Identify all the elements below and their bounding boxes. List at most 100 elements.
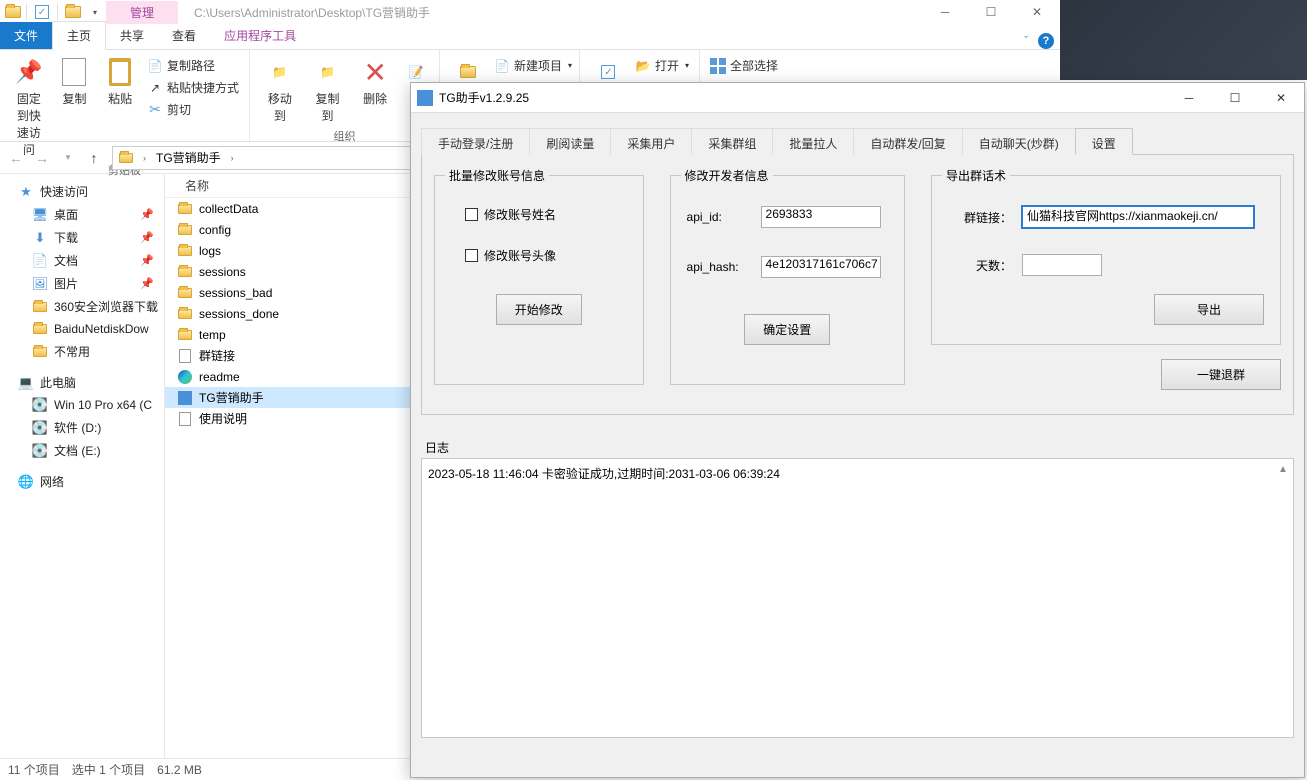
ribbon-tab-view[interactable]: 查看: [158, 22, 210, 49]
folder-icon: [177, 327, 193, 343]
close-button[interactable]: ✕: [1014, 0, 1060, 24]
header-name[interactable]: 名称: [177, 177, 217, 194]
selectall-icon: [710, 58, 726, 74]
separator: [57, 4, 58, 20]
select-all-button[interactable]: 全部选择: [708, 56, 780, 75]
checkbox-icon[interactable]: [465, 249, 478, 262]
folder-icon: [177, 222, 193, 238]
ribbon-tab-home[interactable]: 主页: [52, 21, 106, 50]
days-label: 天数：: [948, 257, 1012, 274]
breadcrumb-item[interactable]: TG营销助手: [150, 147, 227, 169]
nav-history-button[interactable]: ▾: [56, 146, 80, 170]
ribbon-tab-share[interactable]: 共享: [106, 22, 158, 49]
delete-button[interactable]: ✕删除: [353, 54, 397, 109]
minimize-button[interactable]: ─: [1166, 83, 1212, 113]
folder-icon: [32, 344, 48, 360]
nav-documents[interactable]: 📄文档📌: [0, 249, 164, 272]
tg-tab[interactable]: 采集用户: [610, 128, 692, 155]
chk-modify-name[interactable]: 修改账号姓名: [465, 206, 627, 223]
folder-icon: [32, 299, 48, 315]
folder-icon: [177, 243, 193, 259]
tg-tab[interactable]: 采集群组: [691, 128, 773, 155]
new-folder-icon[interactable]: [62, 1, 84, 23]
tg-settings-panel: 批量修改账号信息 修改账号姓名 修改账号头像 开始修改 修改开发者信息 api_…: [421, 155, 1294, 415]
cut-icon: ✂: [147, 102, 163, 118]
paste-button[interactable]: 粘贴: [99, 54, 141, 109]
document-icon: 📄: [32, 253, 48, 269]
copy-path-button[interactable]: 📄复制路径: [145, 56, 241, 75]
tg-tab[interactable]: 设置: [1075, 128, 1133, 155]
nav-drive-d[interactable]: 💽软件 (D:): [0, 416, 164, 439]
copy-to-button[interactable]: 📁复制到: [306, 54, 350, 126]
nav-baidu[interactable]: BaiduNetdiskDow: [0, 318, 164, 340]
cut-button[interactable]: ✂剪切: [145, 100, 241, 119]
group-link-input[interactable]: 仙猫科技官网https://xianmaokeji.cn/: [1022, 206, 1254, 228]
nav-drive-c[interactable]: 💽Win 10 Pro x64 (C: [0, 394, 164, 416]
tg-tabs: 手动登录/注册刷阅读量采集用户采集群组批量拉人自动群发/回复自动聊天(炒群)设置: [421, 127, 1294, 155]
status-count: 11 个项目: [8, 761, 60, 778]
app-icon: [417, 90, 433, 106]
nav-up-button[interactable]: ↑: [82, 146, 106, 170]
list-item-name: config: [199, 223, 231, 237]
export-button[interactable]: 导出: [1154, 294, 1264, 325]
nav-browser-dl[interactable]: 360安全浏览器下载: [0, 295, 164, 318]
days-input[interactable]: [1022, 254, 1102, 276]
chevron-icon[interactable]: ›: [227, 153, 238, 163]
chk-modify-avatar[interactable]: 修改账号头像: [465, 247, 627, 264]
new-item-button[interactable]: 📄新建项目▾: [492, 56, 574, 75]
checkbox-icon[interactable]: [465, 208, 478, 221]
maximize-button[interactable]: ☐: [1212, 83, 1258, 113]
open-icon: 📂: [635, 58, 651, 74]
explorer-titlebar: ✓ ▾ 管理 C:\Users\Administrator\Desktop\TG…: [0, 0, 1060, 24]
leave-all-groups-button[interactable]: 一键退群: [1161, 359, 1281, 390]
folder-icon: [4, 3, 22, 21]
start-modify-button[interactable]: 开始修改: [496, 294, 582, 325]
maximize-button[interactable]: ☐: [968, 0, 1014, 24]
copy-icon: [58, 56, 90, 88]
nav-quick-access[interactable]: ★快速访问: [0, 180, 164, 203]
paste-shortcut-button[interactable]: ↗粘贴快捷方式: [145, 78, 241, 97]
breadcrumb-root[interactable]: [113, 147, 139, 169]
nav-network[interactable]: 🌐网络: [0, 470, 164, 493]
close-button[interactable]: ✕: [1258, 83, 1304, 113]
ribbon-tab-file[interactable]: 文件: [0, 22, 52, 49]
nav-this-pc[interactable]: 💻此电脑: [0, 371, 164, 394]
tg-tab[interactable]: 批量拉人: [772, 128, 854, 155]
pin-quickaccess-button[interactable]: 📌 固定到快 速访问: [8, 54, 50, 160]
minimize-button[interactable]: ─: [922, 0, 968, 24]
confirm-settings-button[interactable]: 确定设置: [744, 314, 830, 345]
help-icon[interactable]: ?: [1038, 33, 1054, 49]
qat-dropdown-icon[interactable]: ▾: [84, 1, 106, 23]
nav-downloads[interactable]: ⬇下载📌: [0, 226, 164, 249]
api-hash-input[interactable]: 4e120317161c706c7: [761, 256, 881, 278]
open-button[interactable]: 📂打开▾: [633, 56, 691, 75]
ribbon-tab-apptools[interactable]: 应用程序工具: [210, 22, 310, 49]
tg-tab[interactable]: 刷阅读量: [529, 128, 611, 155]
log-textarea[interactable]: 2023-05-18 11:46:04 卡密验证成功,过期时间:2031-03-…: [421, 458, 1294, 738]
nav-back-button[interactable]: ←: [4, 146, 28, 170]
list-item-name: sessions: [199, 265, 246, 279]
scroll-up-icon[interactable]: ▲: [1275, 461, 1291, 477]
group-legend: 导出群话术: [942, 167, 1010, 184]
copy-button[interactable]: 复制: [54, 54, 96, 109]
ribbon-group-clipboard: 📌 固定到快 速访问 复制 粘贴 📄复制路径 ↗粘贴快捷方式 ✂剪切 剪贴板: [0, 50, 250, 141]
tg-tab[interactable]: 自动聊天(炒群): [962, 128, 1076, 155]
desktop-background: [1060, 0, 1307, 80]
move-to-button[interactable]: 📁移动到: [258, 54, 302, 126]
drive-icon: 💽: [32, 443, 48, 459]
api-id-input[interactable]: 2693833: [761, 206, 881, 228]
contextual-tab-label: 管理: [106, 1, 178, 24]
nav-drive-e[interactable]: 💽文档 (E:): [0, 439, 164, 462]
nav-uncommon[interactable]: 不常用: [0, 340, 164, 363]
nav-desktop[interactable]: 🖥桌面📌: [0, 203, 164, 226]
nav-pictures[interactable]: 🖼图片📌: [0, 272, 164, 295]
group-label-organize: 组织: [258, 126, 431, 144]
collapse-ribbon-icon[interactable]: ˇ: [1024, 35, 1028, 47]
ribbon-tabs: 文件 主页 共享 查看 应用程序工具 ˇ ?: [0, 24, 1060, 50]
pc-icon: 💻: [18, 375, 34, 391]
tg-tab[interactable]: 手动登录/注册: [421, 128, 530, 155]
properties-icon[interactable]: ✓: [31, 1, 53, 23]
nav-forward-button[interactable]: →: [30, 146, 54, 170]
tg-tab[interactable]: 自动群发/回复: [853, 128, 962, 155]
chevron-icon[interactable]: ›: [139, 153, 150, 163]
